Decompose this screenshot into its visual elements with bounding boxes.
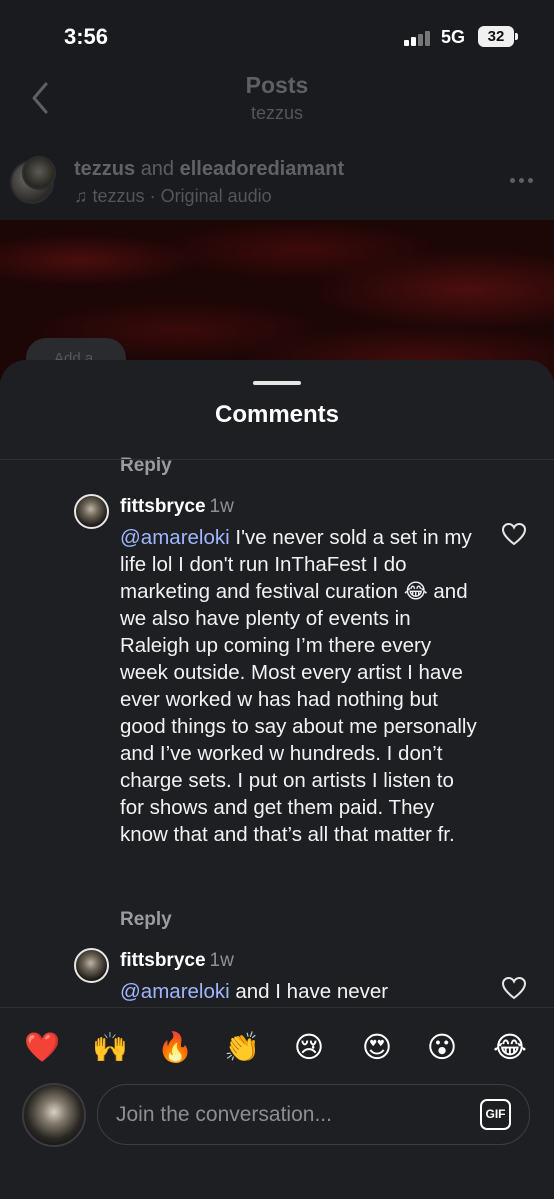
status-time: 3:56 — [64, 24, 109, 49]
comment-time: 1w — [209, 496, 234, 517]
author-joiner: and — [140, 158, 175, 180]
comment-input-placeholder: Join the conversation... — [116, 1103, 332, 1126]
post-audio[interactable]: ♫ tezzus · Original audio — [74, 186, 272, 207]
reaction-raised-hands[interactable]: 🙌 — [88, 1026, 132, 1070]
like-heart-icon[interactable] — [501, 522, 527, 546]
comment-input[interactable]: Join the conversation... GIF — [97, 1084, 530, 1145]
comment-text: @amareloki I've never sold a set in my l… — [120, 524, 480, 848]
quick-reactions: ❤️ 🙌 🔥 👏 😢 😍 😮 😂 — [0, 1026, 554, 1070]
username[interactable]: fittsbryce — [120, 950, 206, 971]
collab-avatar[interactable] — [22, 156, 56, 190]
mention-link[interactable]: @amareloki — [120, 526, 230, 549]
sheet-divider — [0, 459, 554, 460]
more-options-icon[interactable] — [510, 178, 534, 184]
comment-avatar[interactable] — [74, 948, 109, 983]
reaction-heart-eyes[interactable]: 😍 — [355, 1026, 399, 1070]
my-avatar — [22, 1083, 86, 1147]
comment-composer-bar: ❤️ 🙌 🔥 👏 😢 😍 😮 😂 Join the conversation..… — [0, 1007, 554, 1199]
cellular-signal-icon — [404, 30, 432, 46]
comment-avatar[interactable] — [74, 494, 109, 529]
author-2[interactable]: elleadorediamant — [180, 158, 345, 180]
comment-username[interactable]: fittsbryce 1w — [120, 496, 234, 518]
reaction-surprised[interactable]: 😮 — [420, 1026, 464, 1070]
reaction-laughing[interactable]: 😂 — [488, 1026, 532, 1070]
comments-title: Comments — [214, 401, 340, 428]
reaction-crying[interactable]: 😢 — [287, 1026, 331, 1070]
battery-level: 32 — [487, 28, 505, 45]
username[interactable]: fittsbryce — [120, 496, 206, 517]
laughing-emoji: 😂 — [403, 580, 428, 603]
gif-button[interactable]: GIF — [480, 1099, 511, 1130]
battery-icon: 32 — [478, 26, 518, 47]
audio-label: Original audio — [160, 186, 272, 206]
comment-text: @amareloki and I have never — [120, 978, 480, 1005]
mention-link[interactable]: @amareloki — [120, 980, 230, 1003]
page-subtitle: tezzus — [250, 103, 304, 123]
sheet-grabber[interactable] — [253, 381, 301, 385]
audio-separator: · — [149, 186, 161, 206]
comment-time: 1w — [209, 950, 234, 971]
comment-text-part-2: and we also have plenty of events in Ral… — [120, 580, 477, 846]
comment-username[interactable]: fittsbryce 1w — [120, 950, 234, 972]
reaction-heart[interactable]: ❤️ — [20, 1026, 64, 1070]
reply-link[interactable]: Reply — [120, 909, 172, 931]
post-authors[interactable]: tezzus and elleadorediamant — [74, 158, 344, 181]
page-title: Posts — [245, 72, 309, 98]
comment-text-part-1: and I have never — [229, 980, 389, 1003]
reaction-fire[interactable]: 🔥 — [153, 1026, 197, 1070]
like-heart-icon[interactable] — [501, 976, 527, 1000]
network-type: 5G — [441, 27, 466, 47]
status-bar: 3:56 5G 32 — [0, 0, 554, 70]
music-note-icon: ♫ — [74, 186, 88, 206]
reaction-clap[interactable]: 👏 — [220, 1026, 264, 1070]
author-1[interactable]: tezzus — [74, 158, 135, 180]
audio-owner: tezzus — [92, 186, 145, 206]
